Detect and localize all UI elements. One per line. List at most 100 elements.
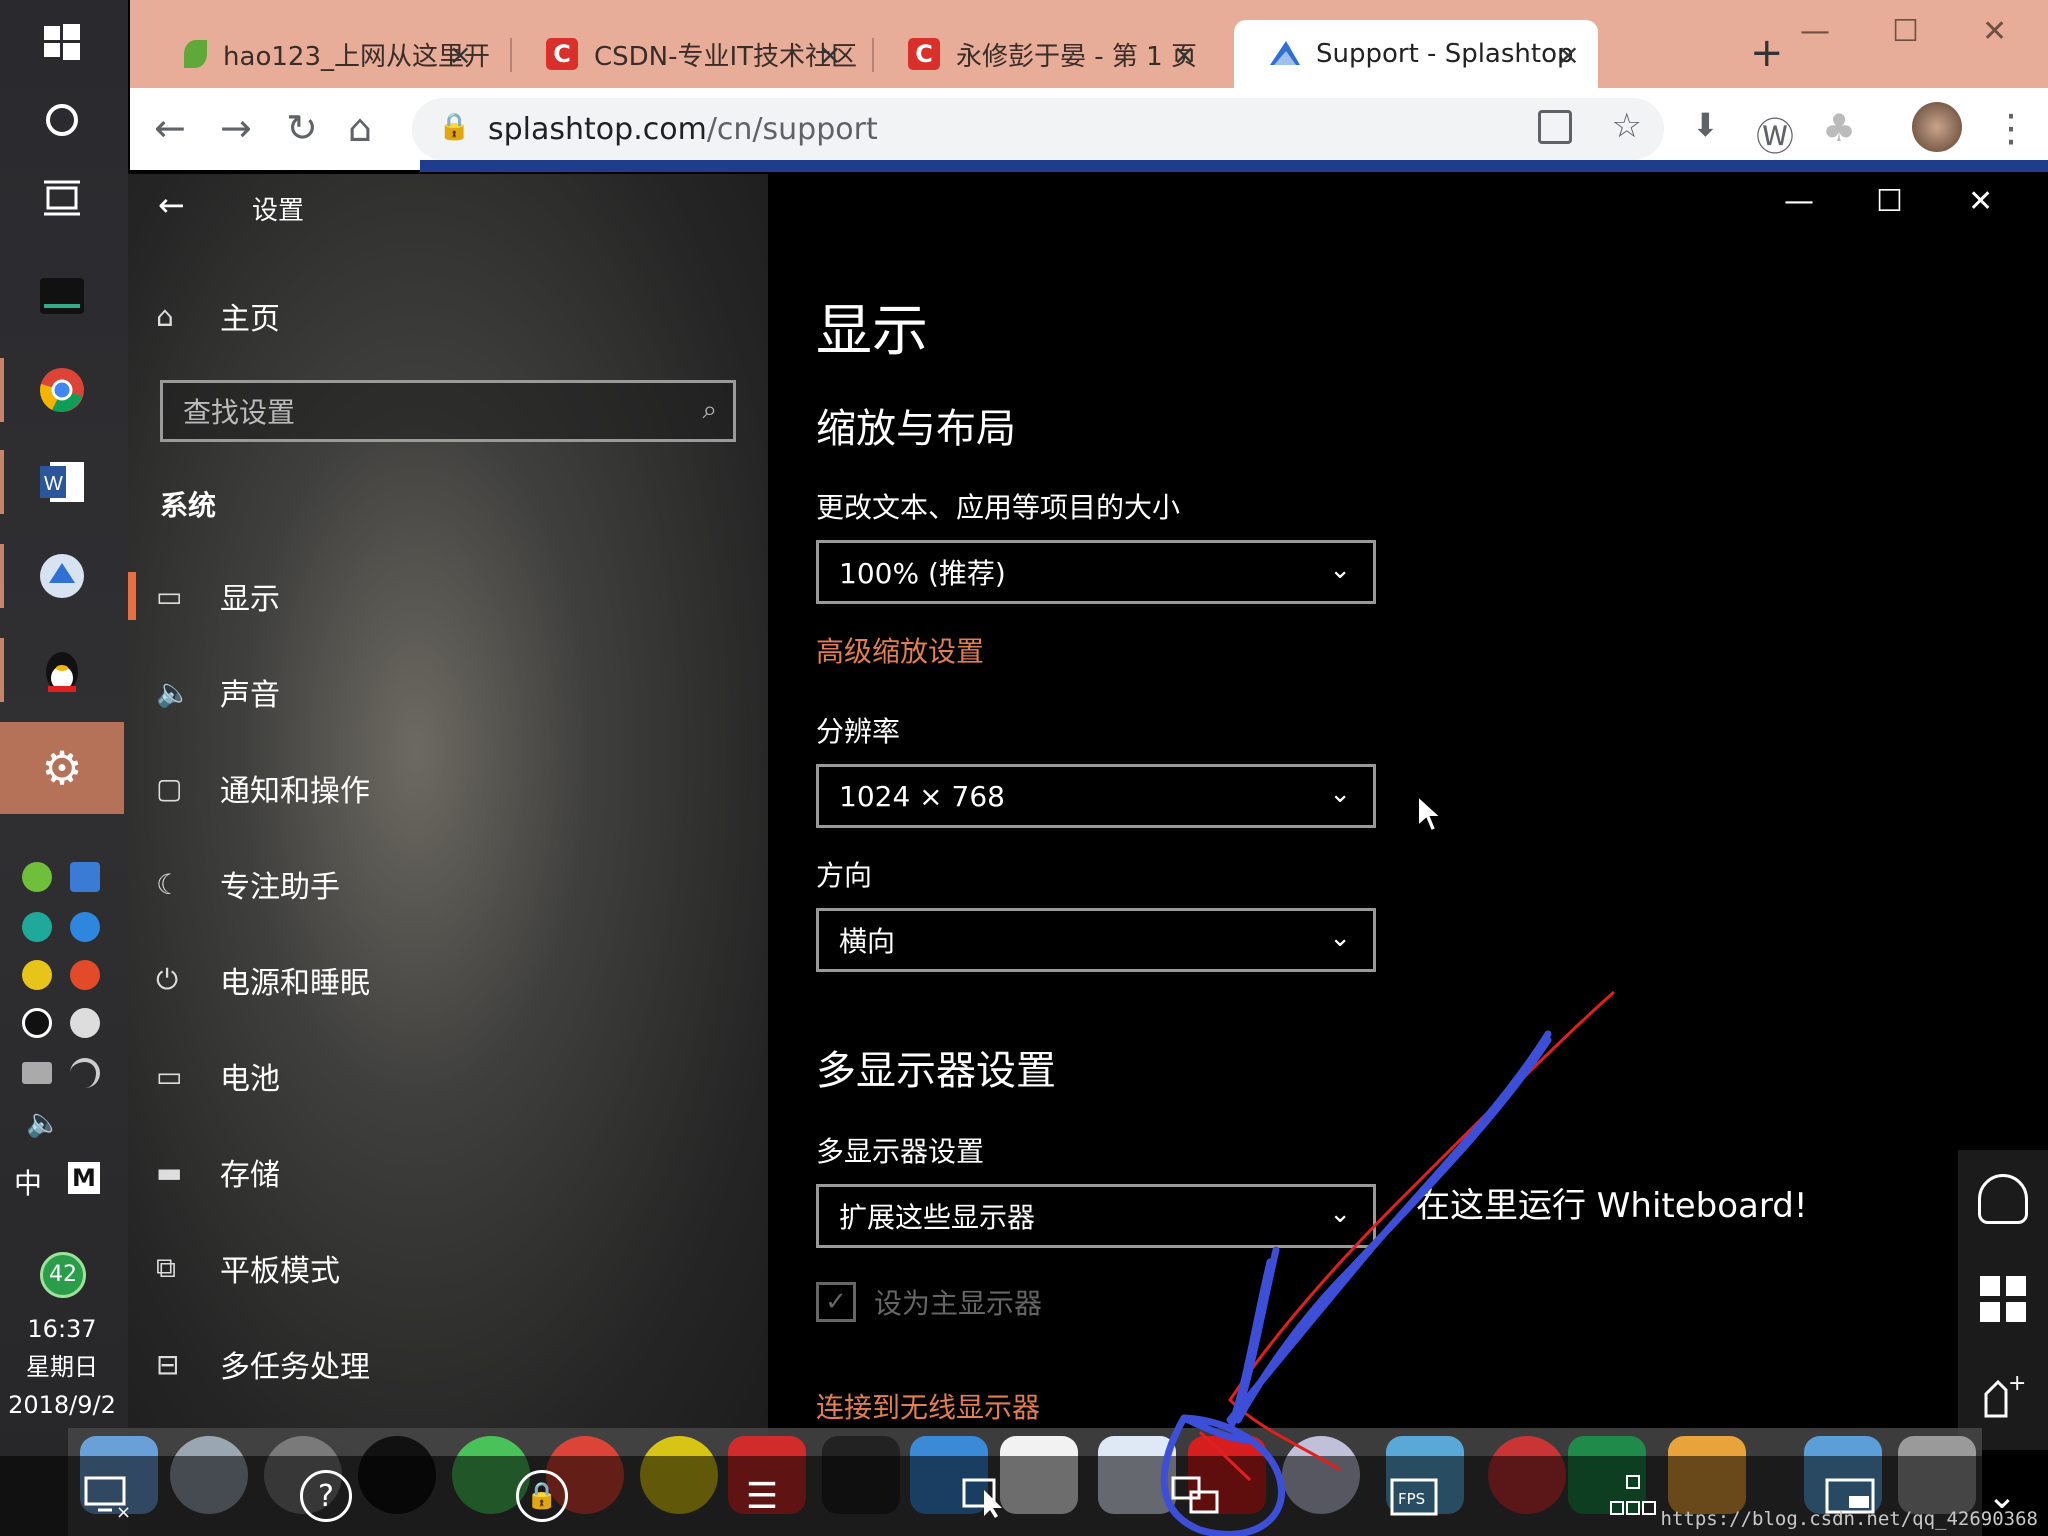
advanced-scaling-link[interactable]: 高级缩放设置 xyxy=(816,630,984,670)
tray-qq-icon[interactable] xyxy=(22,1008,52,1038)
orientation-dropdown[interactable]: 横向 ⌄ xyxy=(816,908,1376,972)
tab-splashtop-support[interactable]: Support - Splashtop × xyxy=(1234,20,1598,88)
tab-csdn-blog[interactable]: C 永修彭于晏 - 第 1 页 × xyxy=(874,20,1214,88)
multi-display-value: 扩展这些显示器 xyxy=(839,1201,1036,1234)
download-icon[interactable]: ⬇ xyxy=(1692,106,1719,144)
home-icon[interactable]: ⌂ xyxy=(348,106,372,150)
add-shortcut-icon[interactable]: + xyxy=(1978,1371,2028,1422)
taskbar-app-settings[interactable]: ⚙ xyxy=(0,722,124,814)
fps-label: FPS xyxy=(1398,1490,1425,1508)
multi-display-heading: 多显示器设置 xyxy=(816,1048,1056,1094)
wireless-display-link[interactable]: 连接到无线显示器 xyxy=(816,1386,1040,1426)
mouse-cursor-icon xyxy=(1417,794,1442,833)
nav-storage[interactable]: ▬ 存储 xyxy=(156,1142,280,1202)
ime-mode-indicator[interactable]: M xyxy=(68,1162,100,1194)
tab-close-icon[interactable]: × xyxy=(449,38,472,71)
settings-list-icon[interactable]: ☰ xyxy=(736,1470,788,1522)
tray-leaf-icon[interactable] xyxy=(22,862,52,892)
hao123-favicon-icon xyxy=(184,40,208,68)
wordpress-icon[interactable]: Ⓦ xyxy=(1756,106,1794,161)
start-button[interactable] xyxy=(0,0,124,84)
ime-chinese-indicator[interactable]: 中 xyxy=(14,1162,42,1202)
chrome-icon xyxy=(40,368,84,412)
nav-notifications[interactable]: ▢ 通知和操作 xyxy=(156,758,370,818)
checkmark-icon: ✓ xyxy=(816,1282,856,1322)
whiteboard-pen-icon[interactable] xyxy=(1978,1174,2028,1224)
tray-plus-icon[interactable] xyxy=(22,960,52,990)
tray-shield-icon[interactable] xyxy=(70,862,100,892)
tab-close-icon[interactable]: × xyxy=(1173,38,1196,71)
nav-sound[interactable]: 🔈 声音 xyxy=(156,662,280,722)
whiteboard-toolbar: + xyxy=(1958,1150,2048,1450)
pointer-mode-icon[interactable] xyxy=(958,1470,1010,1522)
shortcut-keys-icon[interactable] xyxy=(1978,1274,2028,1324)
keyboard-shortcuts-icon[interactable] xyxy=(1608,1470,1660,1522)
terminal-icon xyxy=(40,278,84,314)
back-arrow-icon[interactable]: ← xyxy=(154,106,186,150)
nav-battery[interactable]: ▭ 电池 xyxy=(156,1046,280,1106)
tray-teal-circle-icon[interactable] xyxy=(22,912,52,942)
primary-display-checkbox[interactable]: ✓ 设为主显示器 xyxy=(816,1282,1042,1322)
extension-tree-icon[interactable]: ♣ xyxy=(1822,106,1856,150)
nav-power-sleep[interactable]: ⏻ 电源和睡眠 xyxy=(156,950,370,1010)
tab-close-icon[interactable]: × xyxy=(1557,38,1580,71)
taskbar-app-splashtop[interactable] xyxy=(0,534,124,618)
taskbar-app-terminal[interactable] xyxy=(0,254,124,338)
scale-dropdown[interactable]: 100% (推荐) ⌄ xyxy=(816,540,1376,604)
nav-multitasking[interactable]: ⊟ 多任务处理 xyxy=(156,1334,370,1394)
help-icon[interactable]: ? xyxy=(300,1470,352,1522)
battery-icon: ▭ xyxy=(156,1059,183,1093)
clock-weekday[interactable]: 星期日 xyxy=(0,1348,124,1386)
tray-logitech-icon[interactable] xyxy=(70,912,100,942)
browser-minimize-icon[interactable]: — xyxy=(1800,14,1830,49)
nav-tablet-mode[interactable]: ⧉ 平板模式 xyxy=(156,1238,340,1298)
address-bar[interactable]: 🔒 splashtop.com/cn/support ☆ xyxy=(412,98,1664,160)
clock-time[interactable]: 16:37 xyxy=(0,1310,124,1348)
tab-close-icon[interactable]: × xyxy=(819,38,842,71)
profile-avatar[interactable] xyxy=(1912,102,1962,152)
switch-monitor-icon[interactable] xyxy=(1170,1470,1222,1522)
menu-kebab-icon[interactable]: ⋮ xyxy=(1992,106,2030,150)
reload-icon[interactable]: ↻ xyxy=(286,106,318,150)
tray-netease-icon[interactable] xyxy=(70,960,100,990)
settings-nav-pane: ← 设置 ⌂ 主页 查找设置 ⌕ 系统 ▭ 显示 🔈 声音 ▢ 通知和操作 ☾ … xyxy=(128,174,768,1456)
orientation-label: 方向 xyxy=(816,859,873,892)
back-arrow-icon[interactable]: ← xyxy=(158,186,185,224)
nav-label: 通知和操作 xyxy=(220,774,370,809)
tray-record-icon[interactable] xyxy=(70,1008,100,1038)
tab-csdn[interactable]: C CSDN-专业IT技术社区 × xyxy=(512,20,860,88)
nav-section-heading: 系统 xyxy=(160,489,217,522)
fps-icon[interactable]: FPS xyxy=(1388,1470,1440,1522)
taskbar-app-word[interactable]: W xyxy=(0,440,124,524)
notification-badge[interactable]: 42 xyxy=(40,1252,86,1298)
tray-wifi-icon[interactable] xyxy=(70,1058,100,1088)
new-tab-button[interactable]: + xyxy=(1750,30,1784,76)
lock-rotation-icon[interactable]: 🔒 xyxy=(516,1470,568,1522)
tab-hao123[interactable]: hao123_上网从这里开 × xyxy=(150,20,490,88)
browser-close-icon[interactable]: ✕ xyxy=(1982,14,2007,49)
tray-battery-icon[interactable] xyxy=(22,1062,52,1084)
nav-display[interactable]: ▭ 显示 xyxy=(128,566,280,626)
browser-maximize-icon[interactable]: ☐ xyxy=(1892,14,1919,49)
multi-display-dropdown[interactable]: 扩展这些显示器 ⌄ xyxy=(816,1184,1376,1248)
nav-home[interactable]: ⌂ 主页 xyxy=(156,286,280,346)
multi-display-label: 多显示器设置 xyxy=(816,1135,985,1168)
windows-taskbar: W ⚙ 🔈 中 M 42 16:37 星期日 2018/9/2 xyxy=(0,0,128,1536)
task-view-button[interactable] xyxy=(0,156,124,240)
splashtop-favicon-icon xyxy=(1268,39,1302,69)
tray-volume-icon[interactable]: 🔈 xyxy=(26,1106,61,1139)
home-icon: ⌂ xyxy=(156,299,174,333)
resolution-dropdown[interactable]: 1024 × 768 ⌄ xyxy=(816,764,1376,828)
cortana-button[interactable] xyxy=(0,78,124,162)
forward-arrow-icon[interactable]: → xyxy=(220,106,252,150)
nav-focus-assist[interactable]: ☾ 专注助手 xyxy=(156,854,340,914)
clock-date[interactable]: 2018/9/2 xyxy=(0,1386,124,1424)
disconnect-icon[interactable]: × xyxy=(82,1470,134,1522)
taskbar-app-chrome[interactable] xyxy=(0,348,124,432)
tab-title: 永修彭于晏 - 第 1 页 xyxy=(956,41,1197,72)
translate-icon[interactable] xyxy=(1538,110,1572,144)
scale-label: 更改文本、应用等项目的大小 xyxy=(816,491,1181,524)
settings-search-input[interactable]: 查找设置 ⌕ xyxy=(160,380,736,442)
taskbar-app-qq[interactable] xyxy=(0,628,124,712)
bookmark-star-icon[interactable]: ☆ xyxy=(1612,106,1642,146)
